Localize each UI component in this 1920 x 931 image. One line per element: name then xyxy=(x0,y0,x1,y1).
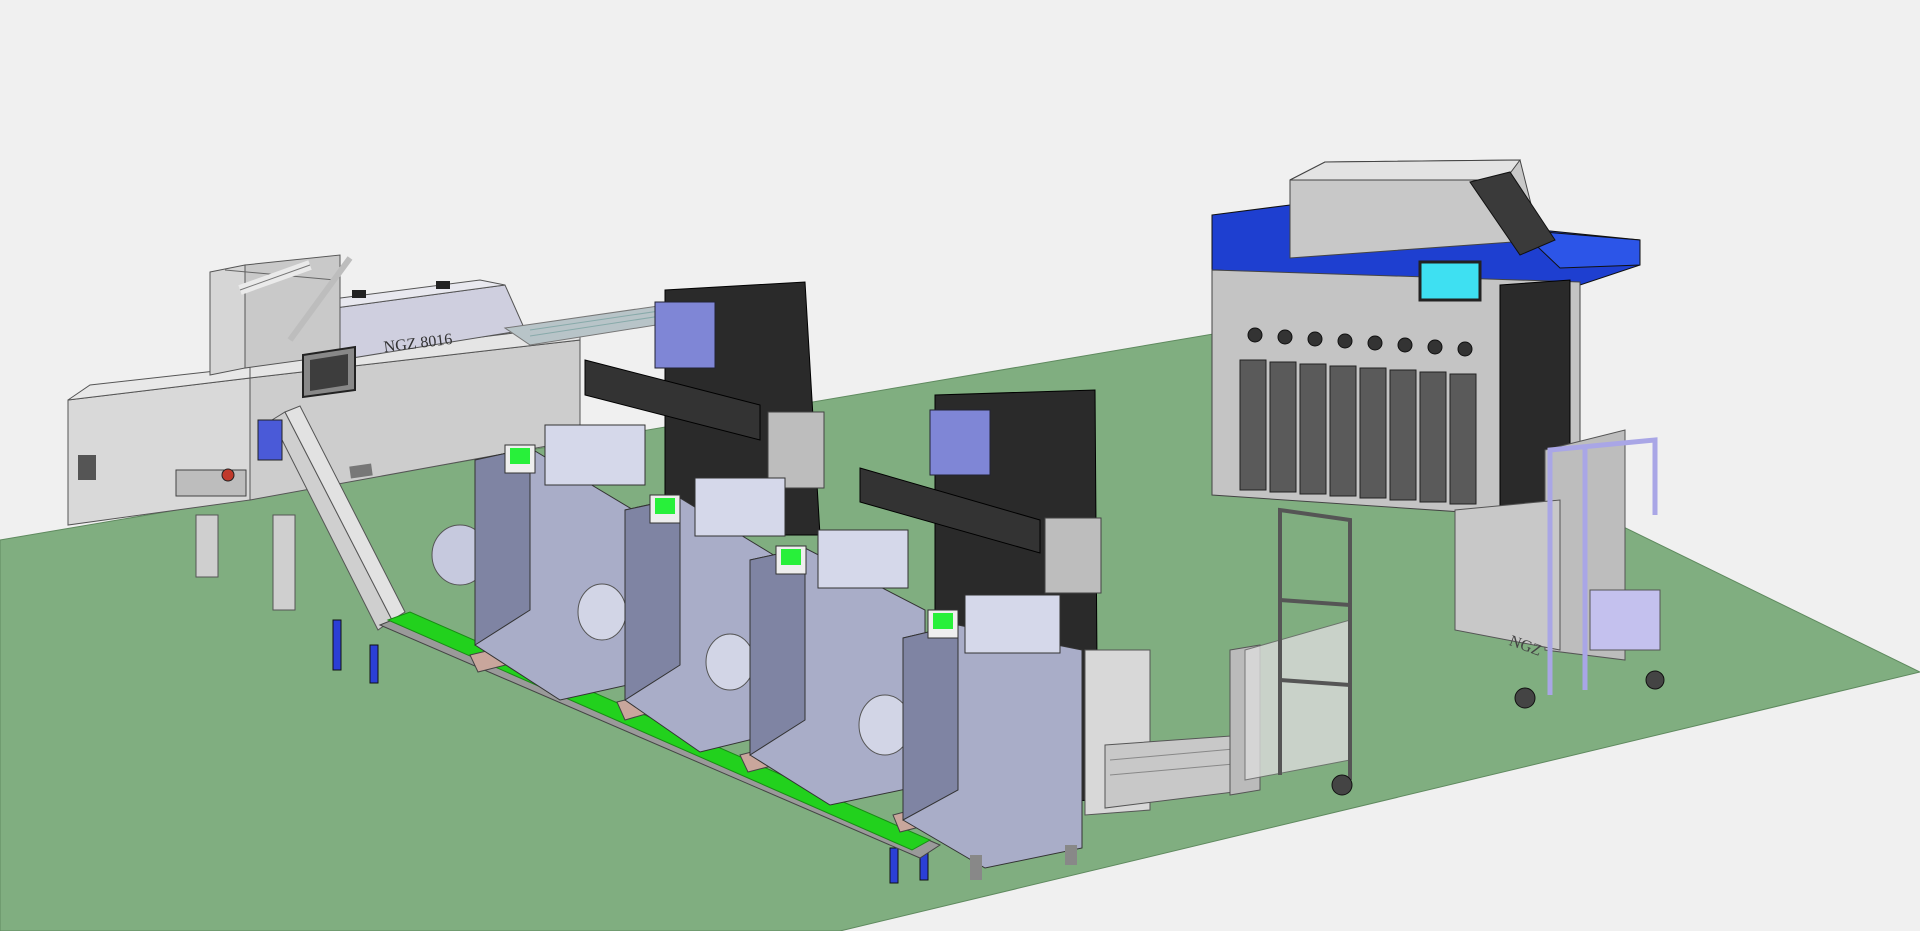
hopper-screen-1 xyxy=(510,448,530,464)
cad-assembly-scene: NGZ 8016 NGZ xyxy=(0,159,1920,931)
sorter-control-screen xyxy=(1418,260,1482,302)
emergency-stop-icon xyxy=(221,468,235,482)
hopper-screen-2 xyxy=(655,498,675,514)
hopper-screen-4 xyxy=(933,613,953,629)
hopper-unit-3 xyxy=(749,529,926,806)
hopper-screen-3 xyxy=(781,549,801,565)
